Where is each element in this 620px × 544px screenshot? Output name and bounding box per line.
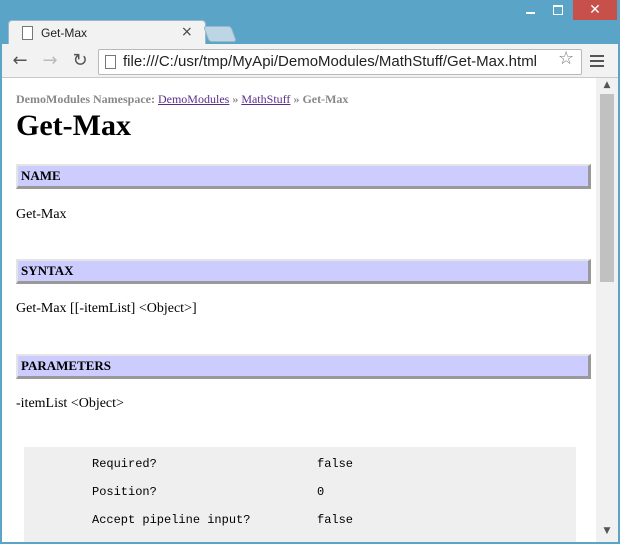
detail-value: false <box>317 457 354 471</box>
detail-label: Accept pipeline input? <box>92 513 251 527</box>
maximize-icon <box>553 5 563 15</box>
page-content: DemoModules Namespace: DemoModules » Mat… <box>16 92 591 411</box>
tab-title: Get-Max <box>41 26 88 40</box>
page-viewport: DemoModules Namespace: DemoModules » Mat… <box>2 78 596 542</box>
breadcrumb-link-demomodules[interactable]: DemoModules <box>158 92 229 106</box>
scrollbar-thumb[interactable] <box>600 94 614 282</box>
name-text: Get-Max <box>16 207 67 222</box>
syntax-text: Get-Max [[-itemList] <Object>] <box>16 301 197 316</box>
address-bar[interactable] <box>98 49 582 75</box>
detail-label: Required? <box>92 457 157 471</box>
detail-label: Position? <box>92 485 157 499</box>
section-header-parameters: PARAMETERS <box>16 354 591 379</box>
minimize-button[interactable] <box>517 0 543 20</box>
parameter-detail-row: Required? false <box>92 457 353 471</box>
maximize-button[interactable] <box>545 0 571 20</box>
detail-value: 0 <box>317 485 325 499</box>
page-icon <box>22 26 33 40</box>
breadcrumb: DemoModules Namespace: DemoModules » Mat… <box>16 92 588 106</box>
bookmark-star-icon[interactable]: ☆ <box>558 48 574 69</box>
page-icon <box>105 55 116 69</box>
browser-window: ✕ Get-Max × ← → ↻ ☆ DemoModules Namespac… <box>0 0 620 544</box>
parameter-name-text: -itemList <Object> <box>16 396 124 411</box>
browser-tab[interactable]: Get-Max × <box>8 20 206 45</box>
minimize-icon <box>525 12 535 14</box>
reload-icon[interactable]: ↻ <box>70 51 90 71</box>
breadcrumb-separator: » <box>293 92 300 106</box>
address-input[interactable] <box>123 52 543 70</box>
close-window-button[interactable]: ✕ <box>573 0 617 20</box>
vertical-scrollbar[interactable]: ▲ ▼ <box>596 78 618 542</box>
breadcrumb-current: Get-Max <box>302 92 349 106</box>
close-tab-icon[interactable]: × <box>181 24 193 40</box>
parameter-details-box: Required? false Position? 0 Accept pipel… <box>24 447 576 542</box>
scroll-up-icon[interactable]: ▲ <box>596 80 618 92</box>
section-header-name: NAME <box>16 164 591 189</box>
breadcrumb-prefix: DemoModules Namespace: <box>16 92 155 106</box>
new-tab-button[interactable] <box>203 26 237 42</box>
section-header-syntax: SYNTAX <box>16 259 591 284</box>
close-icon: ✕ <box>589 2 601 18</box>
browser-toolbar: ← → ↻ ☆ <box>2 44 618 78</box>
forward-arrow-icon[interactable]: → <box>40 51 60 71</box>
menu-icon[interactable] <box>590 55 604 70</box>
back-arrow-icon[interactable]: ← <box>10 51 30 71</box>
parameter-detail-row: Position? 0 <box>92 485 324 499</box>
scroll-down-icon[interactable]: ▼ <box>596 526 618 538</box>
breadcrumb-separator: » <box>232 92 239 106</box>
parameter-detail-row: Accept pipeline input? false <box>92 513 353 527</box>
page-title: Get-Max <box>16 109 131 142</box>
breadcrumb-link-mathstuff[interactable]: MathStuff <box>241 92 290 106</box>
detail-value: false <box>317 513 354 527</box>
